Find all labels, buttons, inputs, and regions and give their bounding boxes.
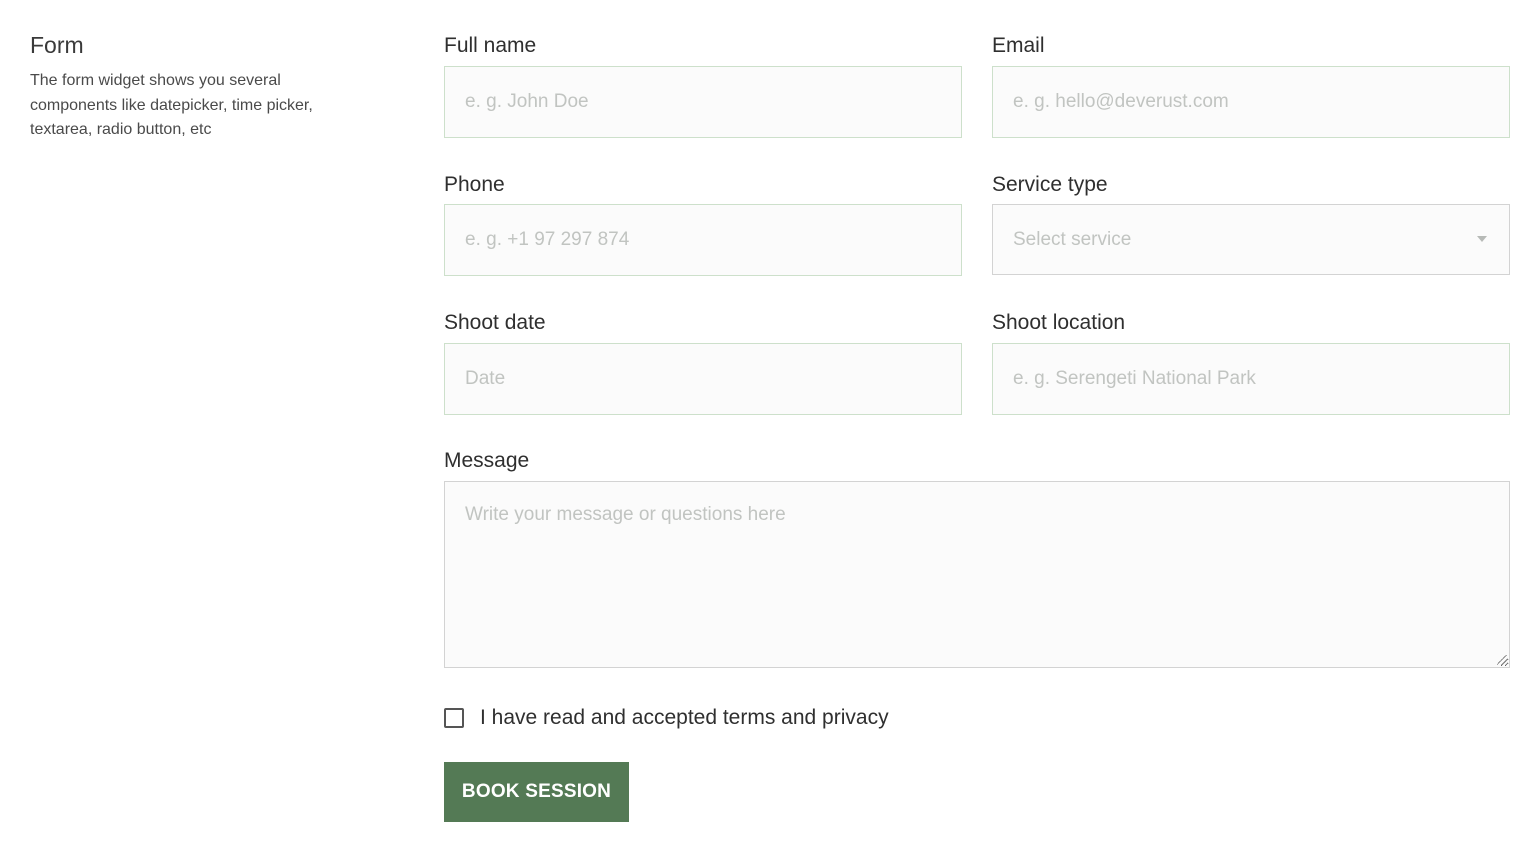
full-name-label: Full name — [444, 34, 537, 57]
phone-input[interactable] — [444, 204, 962, 276]
terms-label: I have read and accepted terms and priva… — [480, 706, 889, 729]
phone-label: Phone — [444, 173, 505, 196]
section-description: The form widget shows you several compon… — [30, 72, 313, 138]
chevron-down-icon — [1477, 236, 1487, 242]
shoot-location-label: Shoot location — [992, 311, 1126, 334]
form-intro: Form The form widget shows you several c… — [30, 30, 360, 143]
email-input[interactable] — [992, 66, 1510, 138]
shoot-date-label: Shoot date — [444, 311, 546, 334]
message-label: Message — [444, 449, 530, 472]
shoot-date-input[interactable] — [444, 343, 962, 415]
section-title: Form — [30, 32, 84, 58]
message-wrapper — [444, 481, 1510, 668]
terms-checkbox[interactable] — [444, 708, 464, 728]
message-textarea[interactable] — [444, 481, 1510, 668]
service-type-placeholder: Select service — [1013, 228, 1132, 250]
email-label: Email — [992, 34, 1045, 57]
service-type-select[interactable]: Select service — [992, 204, 1510, 275]
terms-checkbox-row[interactable]: I have read and accepted terms and priva… — [444, 705, 889, 731]
book-session-button[interactable]: BOOK SESSION — [444, 762, 629, 822]
full-name-input[interactable] — [444, 66, 962, 138]
service-type-label: Service type — [992, 173, 1108, 196]
shoot-location-input[interactable] — [992, 343, 1510, 415]
